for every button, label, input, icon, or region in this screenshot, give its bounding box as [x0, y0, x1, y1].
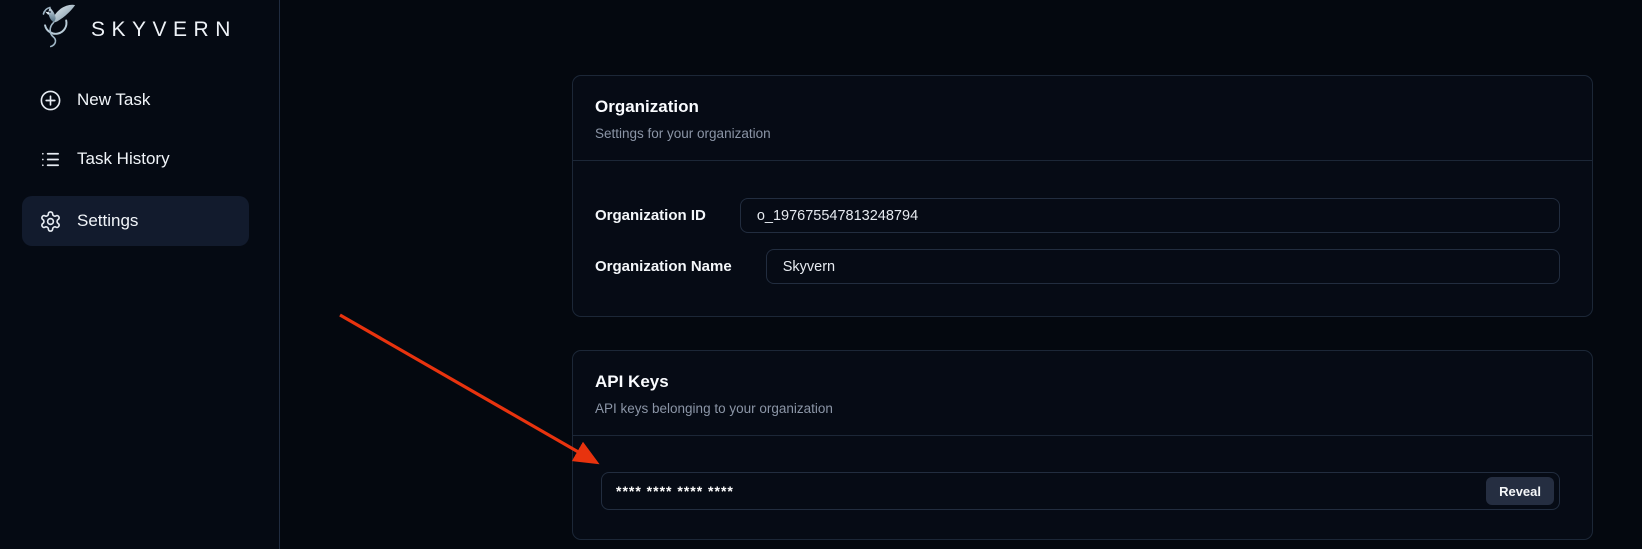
api-key-masked-input[interactable]: [616, 483, 1486, 499]
organization-card-subtitle: Settings for your organization: [595, 126, 1568, 141]
reveal-button[interactable]: Reveal: [1486, 477, 1554, 505]
organization-name-field[interactable]: [766, 249, 1560, 284]
organization-card-header: Organization Settings for your organizat…: [573, 76, 1592, 161]
app-logo[interactable]: SKYVERN: [26, 1, 237, 58]
api-keys-card-title: API Keys: [595, 372, 1568, 392]
organization-name-row: Organization Name: [595, 249, 1560, 284]
dragon-logo-icon: [26, 1, 82, 58]
sidebar-item-label: New Task: [77, 90, 150, 110]
organization-card-title: Organization: [595, 97, 1568, 117]
sidebar-item-label: Task History: [77, 149, 170, 169]
api-keys-card-header: API Keys API keys belonging to your orga…: [573, 351, 1592, 436]
logo-wordmark: SKYVERN: [91, 18, 237, 42]
organization-id-row: Organization ID: [595, 198, 1560, 233]
organization-card-body: Organization ID Organization Name: [573, 161, 1592, 284]
api-keys-card-subtitle: API keys belonging to your organization: [595, 401, 1568, 416]
plus-circle-icon: [39, 89, 62, 112]
api-key-field[interactable]: Reveal: [601, 472, 1560, 510]
organization-id-label: Organization ID: [595, 207, 706, 224]
organization-card: Organization Settings for your organizat…: [572, 75, 1593, 317]
api-keys-card: API Keys API keys belonging to your orga…: [572, 350, 1593, 540]
organization-name-label: Organization Name: [595, 258, 732, 275]
sidebar-nav: New Task Task History Settings: [0, 75, 279, 255]
organization-id-field[interactable]: [740, 198, 1560, 233]
list-icon: [39, 148, 62, 171]
sidebar-item-task-history[interactable]: Task History: [22, 134, 249, 184]
sidebar-item-new-task[interactable]: New Task: [22, 75, 249, 125]
sidebar-item-settings[interactable]: Settings: [22, 196, 249, 246]
sidebar-item-label: Settings: [77, 211, 138, 231]
gear-icon: [39, 210, 62, 233]
sidebar: SKYVERN New Task Task History Settings: [0, 0, 280, 549]
